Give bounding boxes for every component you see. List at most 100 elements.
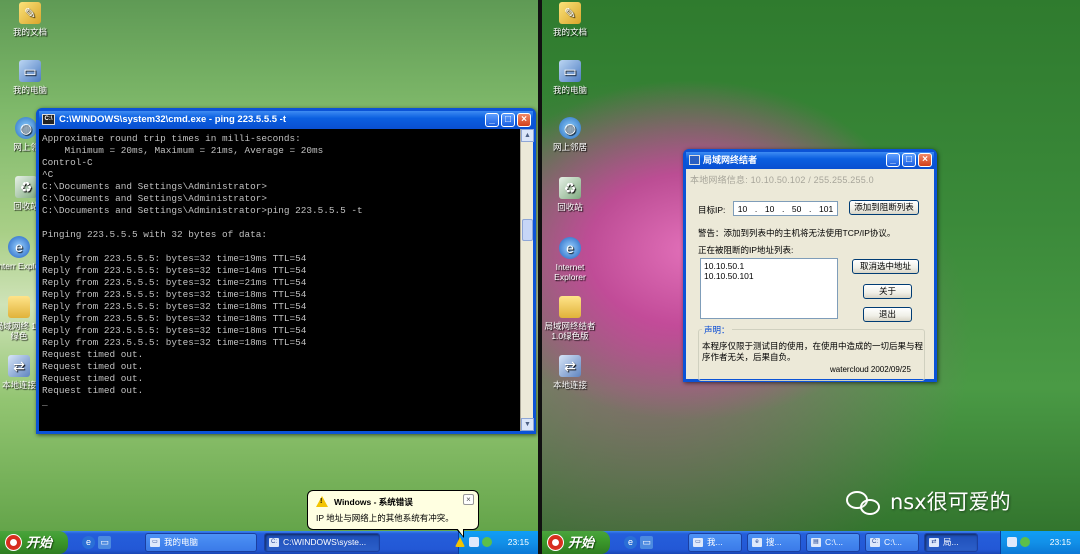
desktop-icon-label: Internet Explorer: [554, 262, 586, 282]
scroll-up-arrow-icon[interactable]: ▲: [521, 129, 534, 142]
task-label: 我...: [707, 537, 723, 547]
balloon-message: IP 地址与网络上的其他系统有冲突。: [316, 513, 454, 523]
cmd-icon: C:: [269, 538, 279, 547]
lan-titlebar[interactable]: 局域网终结者 _ □ ×: [686, 152, 934, 169]
internet-explorer-icon: e: [559, 237, 581, 259]
warning-icon: !: [316, 496, 328, 507]
scroll-down-arrow-icon[interactable]: ▼: [521, 418, 534, 431]
desktop-icon-recycle-bin[interactable]: ♻ 回收站: [542, 177, 600, 212]
cmd-icon: C:: [870, 538, 880, 547]
list-item[interactable]: 10.10.50.101: [704, 271, 834, 281]
cmd-titlebar[interactable]: C:\ C:\WINDOWS\system32\cmd.exe - ping 2…: [39, 111, 533, 129]
maximize-button[interactable]: □: [501, 113, 515, 127]
desktop-icon-local-connection[interactable]: ⇄ 本地连接: [542, 355, 600, 390]
statement-text: 本程序仅限于测试目的使用，在使用中造成的一切后果与程序作者无关，后果自负。: [702, 341, 924, 362]
close-button[interactable]: ×: [918, 153, 932, 167]
quicklaunch-ie-icon[interactable]: e: [82, 536, 95, 549]
computer-icon: ▭: [150, 538, 160, 547]
task-label: 搜...: [766, 537, 782, 547]
minimize-button[interactable]: _: [485, 113, 499, 127]
task-label: C:\...: [884, 537, 902, 547]
cmd-app-icon: C:\: [42, 114, 55, 125]
minimize-button[interactable]: _: [886, 153, 900, 167]
task-label: C:\WINDOWS\syste...: [283, 537, 367, 547]
network-tray-icon[interactable]: [1007, 537, 1017, 547]
system-tray: 23:15: [1000, 531, 1080, 554]
task-label: C:\...: [825, 537, 843, 547]
desktop-icon-label: 网上邻居: [552, 142, 587, 152]
lan-app-icon: [689, 155, 700, 165]
desktop-icon-lan-folder[interactable]: 局域网终结者 1.0绿色版: [542, 296, 600, 341]
desktop-icon-label: 我的电脑: [12, 85, 47, 95]
warning-tray-icon[interactable]: [455, 537, 465, 547]
my-documents-icon: ✎: [19, 2, 41, 24]
vertical-scrollbar[interactable]: ▲ ▼: [520, 129, 534, 431]
desktop-icon-label: 本地连接: [552, 380, 587, 390]
remove-selected-button[interactable]: 取消选中地址: [852, 259, 919, 274]
security-tray-icon[interactable]: [1020, 537, 1030, 547]
add-to-block-list-button[interactable]: 添加到阻断列表: [849, 200, 919, 215]
exit-button[interactable]: 退出: [863, 307, 912, 322]
task-button-my-computer[interactable]: ▭ 我的电脑: [145, 533, 257, 552]
computer-icon: ▭: [693, 538, 703, 547]
desktop-icon-label: 我的电脑: [552, 85, 587, 95]
task-label: 我的电脑: [164, 537, 199, 547]
desktop-icon-internet-explorer[interactable]: e Internet Explorer: [542, 237, 600, 282]
desktop-icon-label: 回收站: [13, 201, 39, 211]
task-button-my-documents[interactable]: ▭ 我...: [688, 533, 742, 552]
desktop-icon-label: 本地连接: [1, 380, 36, 390]
network-tray-icon[interactable]: [469, 537, 479, 547]
quicklaunch-desktop-icon[interactable]: ▭: [98, 536, 111, 549]
list-item[interactable]: 10.10.50.1: [704, 261, 834, 271]
start-button[interactable]: 开始: [0, 531, 68, 554]
recycle-bin-icon: ♻: [15, 176, 37, 198]
task-button-cmd[interactable]: C: C:\...: [865, 533, 919, 552]
cmd-window[interactable]: C:\ C:\WINDOWS\system32\cmd.exe - ping 2…: [36, 108, 536, 434]
about-button[interactable]: 关于: [863, 284, 912, 299]
quicklaunch-ie-icon[interactable]: e: [624, 536, 637, 549]
task-button-lan-terminator[interactable]: ⇄ 局...: [924, 533, 978, 552]
desktop-icon-network-places[interactable]: ◍ 网上邻居: [542, 117, 600, 152]
local-network-info: 本地网络信息: 10.10.50.102 / 255.255.255.0: [690, 175, 874, 185]
task-button-cmd[interactable]: C: C:\WINDOWS\syste...: [264, 533, 380, 552]
task-button-folder[interactable]: ▤ C:\...: [806, 533, 860, 552]
my-documents-icon: ✎: [559, 2, 581, 24]
target-ip-input[interactable]: 10. 10. 50. 101: [733, 201, 838, 216]
clock[interactable]: 23:15: [508, 531, 529, 554]
ip-octet: 10: [737, 203, 748, 214]
lan-title: 局域网终结者: [703, 155, 758, 165]
task-button-search[interactable]: e 搜...: [747, 533, 801, 552]
recycle-bin-icon: ♻: [559, 177, 581, 199]
balloon-close-button[interactable]: ×: [463, 494, 474, 505]
desktop-icon-my-computer[interactable]: ▭ 我的电脑: [542, 60, 600, 95]
wechat-watermark: nsx很可爱的: [846, 486, 1011, 517]
maximize-button[interactable]: □: [902, 153, 916, 167]
start-button[interactable]: 开始: [542, 531, 610, 554]
desktop-icon-my-documents[interactable]: ✎ 我的文档: [542, 2, 600, 37]
warning-text: 警告：添加到列表中的主机将无法使用TCP/IP协议。: [698, 228, 896, 238]
left-desktop: ✎ 我的文档 ▭ 我的电脑 ◍ 网上邻 ♻ 回收站 e Interr Explo…: [0, 0, 538, 554]
network-places-icon: ◍: [559, 117, 581, 139]
desktop-icon-my-computer[interactable]: ▭ 我的电脑: [0, 60, 60, 95]
balloon-title: Windows - 系统错误: [334, 497, 413, 507]
lan-client-area: 本地网络信息: 10.10.50.102 / 255.255.255.0 目标I…: [686, 169, 934, 381]
console-area[interactable]: Approximate round trip times in milli-se…: [39, 129, 534, 431]
scroll-thumb[interactable]: [522, 219, 533, 241]
folder-icon: [559, 296, 581, 318]
quicklaunch-desktop-icon[interactable]: ▭: [640, 536, 653, 549]
windows-logo-icon: [5, 534, 22, 551]
cmd-title: C:\WINDOWS\system32\cmd.exe - ping 223.5…: [59, 114, 287, 125]
clock[interactable]: 23:15: [1050, 531, 1071, 554]
console-output: Approximate round trip times in milli-se…: [42, 133, 363, 408]
network-connection-icon: ⇄: [8, 355, 30, 377]
security-tray-icon[interactable]: [482, 537, 492, 547]
ip-octet: 101: [818, 203, 834, 214]
desktop-icon-label: 局域网终结者 1.0绿色版: [544, 321, 596, 341]
blocked-ip-list[interactable]: 10.10.50.1 10.10.50.101: [700, 258, 838, 319]
network-icon: ⇄: [929, 538, 939, 547]
system-error-balloon[interactable]: ! Windows - 系统错误 × IP 地址与网络上的其他系统有冲突。: [307, 490, 479, 530]
close-button[interactable]: ×: [517, 113, 531, 127]
balloon-tail-fill: [457, 528, 463, 536]
lan-terminator-window[interactable]: 局域网终结者 _ □ × 本地网络信息: 10.10.50.102 / 255.…: [683, 149, 937, 382]
desktop-icon-my-documents[interactable]: ✎ 我的文档: [0, 2, 60, 37]
